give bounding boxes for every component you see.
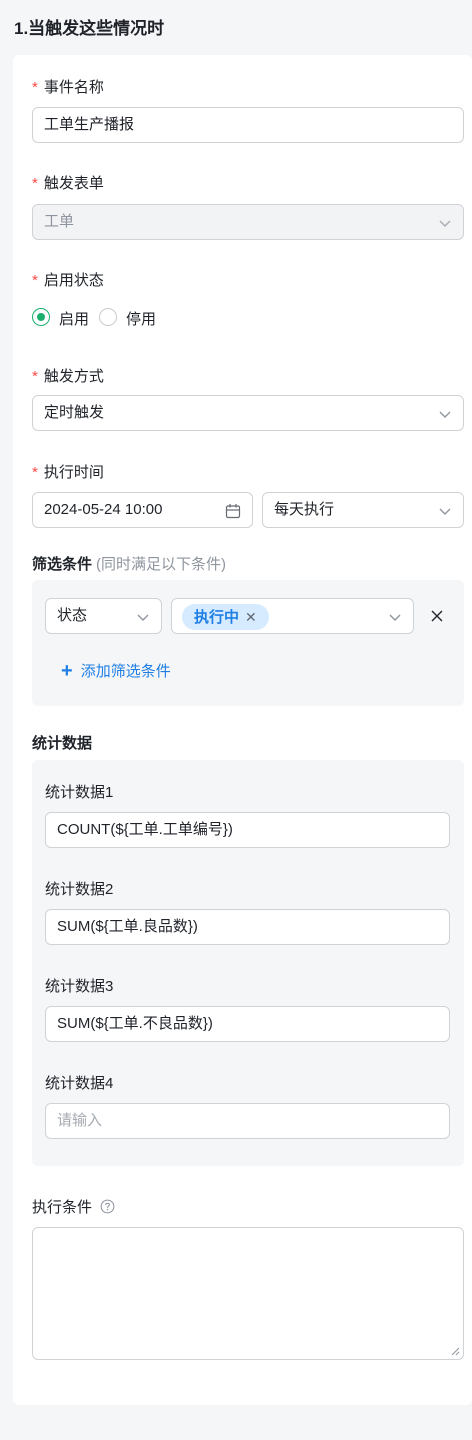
stat-label-1: 统计数据1 [45, 784, 114, 801]
filter-tag: 执行中 ✕ [182, 604, 269, 630]
stats-label: 统计数据 [32, 735, 93, 752]
stat-input-3[interactable]: SUM(${工单.不良品数}) [45, 1006, 450, 1042]
exec-time-label: * 执行时间 [32, 464, 104, 481]
filter-field-select[interactable]: 状态 [45, 598, 162, 634]
chevron-down-icon [137, 614, 149, 621]
radio-disabled[interactable] [99, 308, 117, 326]
chevron-down-icon [389, 614, 401, 621]
trigger-mode-select[interactable]: 定时触发 [32, 395, 464, 431]
radio-enabled-label[interactable]: 启用 [59, 308, 89, 329]
exec-condition-label: 执行条件 [32, 1196, 115, 1217]
trigger-form-label: * 触发表单 [32, 175, 104, 192]
chevron-down-icon [439, 508, 451, 515]
add-filter-button[interactable]: + 添加筛选条件 [61, 659, 171, 682]
required-mark: * [32, 464, 38, 481]
filter-value-select[interactable]: 执行中 ✕ [171, 598, 414, 634]
trigger-mode-label: * 触发方式 [32, 368, 104, 385]
required-mark: * [32, 272, 38, 289]
stats-panel: 统计数据1 COUNT(${工单.工单编号}) 统计数据2 SUM(${工单.良… [32, 760, 464, 1166]
filter-label: 筛选条件 (同时满足以下条件) [32, 556, 227, 573]
stat-input-1[interactable]: COUNT(${工单.工单编号}) [45, 812, 450, 848]
close-icon[interactable]: ✕ [245, 609, 257, 625]
stat-input-4[interactable]: 请输入 [45, 1103, 450, 1139]
status-label: * 启用状态 [32, 272, 104, 289]
exec-frequency-select[interactable]: 每天执行 [262, 492, 464, 528]
required-mark: * [32, 175, 38, 192]
close-icon[interactable] [430, 609, 444, 623]
chevron-down-icon [439, 411, 451, 418]
stat-label-4: 统计数据4 [45, 1075, 114, 1092]
required-mark: * [32, 79, 38, 96]
stat-label-2: 统计数据2 [45, 881, 114, 898]
plus-icon: + [61, 660, 73, 682]
section-title: 1.当触发这些情况时 [14, 19, 165, 38]
filter-panel: 状态 执行中 ✕ + 添加筛选条件 [32, 580, 464, 706]
stat-label-3: 统计数据3 [45, 978, 114, 995]
chevron-down-icon [439, 220, 451, 227]
exec-datetime-picker[interactable]: 2024-05-24 10:00 [32, 492, 253, 528]
trigger-form-select: 工单 [32, 204, 464, 240]
event-name-label: * 事件名称 [32, 79, 104, 96]
help-circle-icon[interactable] [100, 1199, 115, 1214]
calendar-icon [225, 504, 241, 519]
required-mark: * [32, 368, 38, 385]
filter-hint: (同时满足以下条件) [96, 556, 227, 573]
radio-enabled[interactable] [32, 308, 50, 326]
stat-input-2[interactable]: SUM(${工单.良品数}) [45, 909, 450, 945]
event-name-input[interactable]: 工单生产播报 [32, 107, 464, 143]
resize-handle-icon[interactable] [451, 1347, 460, 1356]
exec-condition-textarea[interactable] [32, 1227, 464, 1360]
radio-disabled-label[interactable]: 停用 [126, 308, 156, 329]
trigger-config-card: * 事件名称 工单生产播报 * 触发表单 工单 * 启用状态 启用 停用 * 触发方式 … [13, 55, 472, 1405]
